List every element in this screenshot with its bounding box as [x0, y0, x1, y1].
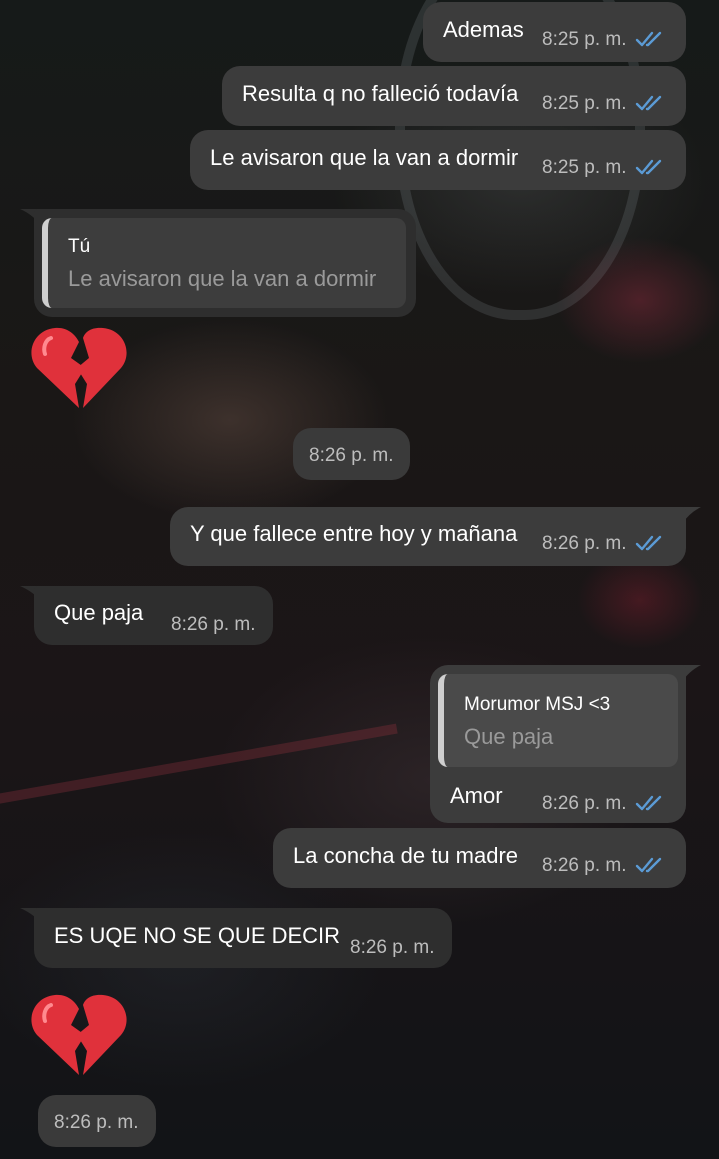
quoted-reply-author: Morumor MSJ <3 [464, 694, 611, 715]
message-text: Le avisaron que la van a dormir [210, 145, 519, 170]
message-time: 8:26 p. m. [54, 1112, 139, 1133]
message-text: Resulta q no falleció todavía [242, 81, 519, 106]
message-bubble-outgoing[interactable]: Le avisaron que la van a dormir 8:25 p. … [190, 130, 686, 190]
message-time: 8:26 p. m. [542, 793, 627, 814]
message-text: Ademas [443, 17, 524, 42]
message-time: 8:26 p. m. [350, 937, 435, 958]
chat-message-list[interactable]: Ademas 8:25 p. m. Resulta q no falleció … [0, 0, 719, 1159]
message-text: La concha de tu madre [293, 843, 519, 868]
quoted-reply-text: Le avisaron que la van a dormir [68, 266, 377, 291]
message-bubble-incoming[interactable]: ES UQE NO SE QUE DECIR 8:26 p. m. [34, 908, 452, 968]
message-text: Y que fallece entre hoy y mañana [190, 521, 518, 546]
read-checkmarks-icon [635, 159, 662, 175]
message-time: 8:26 p. m. [171, 614, 256, 635]
message-time-pill: 8:26 p. m. [293, 428, 410, 480]
read-checkmarks-icon [635, 31, 662, 47]
message-bubble-incoming[interactable]: Tú Le avisaron que la van a dormir [34, 209, 416, 317]
quoted-reply-author: Tú [68, 236, 91, 257]
message-text: ES UQE NO SE QUE DECIR [54, 923, 341, 948]
message-text: Amor [450, 783, 503, 808]
message-bubble-outgoing[interactable]: Y que fallece entre hoy y mañana 8:26 p.… [170, 507, 686, 566]
read-checkmarks-icon [635, 795, 662, 811]
quoted-reply[interactable]: Morumor MSJ <3 Que paja [438, 674, 678, 767]
quoted-reply[interactable]: Tú Le avisaron que la van a dormir [42, 218, 406, 308]
message-time: 8:25 p. m. [542, 29, 627, 50]
message-time: 8:26 p. m. [309, 445, 394, 466]
read-checkmarks-icon [635, 95, 662, 111]
quoted-reply-text: Que paja [464, 724, 554, 749]
message-time: 8:26 p. m. [542, 855, 627, 876]
broken-heart-icon [31, 994, 127, 1075]
message-time: 8:25 p. m. [542, 157, 627, 178]
message-text: Que paja [54, 600, 144, 625]
message-time-pill: 8:26 p. m. [38, 1095, 156, 1147]
message-time: 8:25 p. m. [542, 93, 627, 114]
message-time: 8:26 p. m. [542, 533, 627, 554]
message-bubble-incoming[interactable]: Que paja 8:26 p. m. [34, 586, 273, 645]
broken-heart-icon [31, 327, 127, 408]
message-bubble-outgoing[interactable]: La concha de tu madre 8:26 p. m. [273, 828, 686, 888]
read-checkmarks-icon [635, 857, 662, 873]
read-checkmarks-icon [635, 535, 662, 551]
message-bubble-outgoing[interactable]: Morumor MSJ <3 Que paja Amor 8:26 p. m. [430, 665, 686, 823]
message-bubble-outgoing[interactable]: Resulta q no falleció todavía 8:25 p. m. [222, 66, 686, 126]
message-bubble-outgoing[interactable]: Ademas 8:25 p. m. [423, 2, 686, 62]
